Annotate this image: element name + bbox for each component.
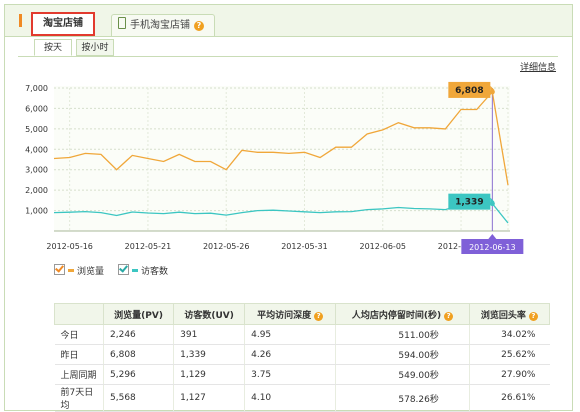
table-cell: 4.10 bbox=[244, 384, 336, 412]
y-tick-label: 5,000 bbox=[25, 125, 48, 134]
y-tick-label: 4,000 bbox=[25, 145, 48, 154]
stats-header-uv: 访客数(UV) bbox=[173, 303, 246, 325]
table-cell: 1,339 bbox=[173, 344, 245, 365]
y-tick-label: 7,000 bbox=[25, 84, 48, 93]
stats-header-return-rate: 浏览回头率? bbox=[468, 303, 551, 325]
table-cell: 511.00秒 bbox=[335, 324, 470, 345]
x-tick-label: 2012-05-21 bbox=[125, 242, 172, 251]
table-cell: 3.75 bbox=[244, 364, 336, 385]
data-label-1: 1,339 bbox=[455, 198, 483, 208]
stats-header-blank bbox=[54, 303, 104, 325]
x-tick-label: 2012-06-05 bbox=[360, 242, 407, 251]
stats-header-pv: 浏览量(PV) bbox=[102, 303, 175, 325]
table-cell: 1,129 bbox=[173, 364, 245, 385]
row-label: 昨日 bbox=[54, 344, 104, 365]
table-cell: 5,296 bbox=[102, 364, 174, 385]
table-cell: 4.95 bbox=[244, 324, 336, 345]
table-cell: 5,568 bbox=[102, 384, 174, 412]
stats-header-depth: 平均访问深度? bbox=[244, 303, 337, 325]
x-tick-label: 2012-05-31 bbox=[281, 242, 328, 251]
legend-item-uv[interactable]: 访客数 bbox=[118, 263, 169, 277]
traffic-line-chart: 1,000 2,000 3,000 4,000 5,000 6,000 7,000 6,808… bbox=[25, 81, 524, 254]
table-cell: 578.26秒 bbox=[335, 384, 470, 412]
x-tick-label: 2012-05-26 bbox=[203, 242, 250, 251]
table-cell: 26.61% bbox=[468, 384, 550, 412]
row-label: 上周同期 bbox=[54, 364, 104, 385]
table-cell: 4.26 bbox=[244, 344, 336, 365]
legend-checkbox-uv[interactable] bbox=[118, 263, 129, 275]
table-cell: 25.62% bbox=[468, 344, 550, 365]
x-tick-label: 2012-05-16 bbox=[46, 242, 93, 251]
table-cell: 594.00秒 bbox=[335, 344, 470, 365]
table-cell: 391 bbox=[173, 324, 245, 345]
stats-table: 浏览量(PV) 访客数(UV) 平均访问深度? 人均店内停留时间(秒)? 浏览回… bbox=[54, 303, 551, 412]
table-cell: 549.00秒 bbox=[335, 364, 470, 385]
legend-item-pv[interactable]: 浏览量 bbox=[54, 263, 105, 277]
table-cell: 2,246 bbox=[102, 324, 174, 345]
help-icon[interactable]: ? bbox=[528, 311, 538, 321]
y-tick-label: 6,000 bbox=[25, 104, 48, 113]
data-label-0: 6,808 bbox=[455, 86, 483, 96]
x-tick-label: 2012-06-13 bbox=[469, 243, 516, 252]
table-cell: 27.90% bbox=[468, 364, 550, 385]
y-tick-label: 3,000 bbox=[25, 166, 48, 175]
x-tick-highlight-arrow bbox=[488, 234, 497, 239]
table-cell: 6,808 bbox=[102, 344, 174, 365]
legend-swatch-uv bbox=[132, 269, 138, 272]
row-label: 今日 bbox=[54, 324, 104, 345]
y-tick-label: 1,000 bbox=[25, 207, 48, 216]
legend-label-pv: 浏览量 bbox=[77, 267, 105, 277]
legend-label-uv: 访客数 bbox=[141, 267, 169, 277]
help-icon[interactable]: ? bbox=[444, 311, 454, 321]
table-row: 前7天日均 5,568 1,127 4.10 578.26秒 26.61% bbox=[54, 384, 550, 412]
legend-swatch-pv bbox=[68, 269, 74, 272]
table-row: 昨日 6,808 1,339 4.26 594.00秒 25.62% bbox=[54, 344, 550, 365]
stats-header-row: 浏览量(PV) 访客数(UV) 平均访问深度? 人均店内停留时间(秒)? 浏览回… bbox=[54, 303, 551, 325]
table-row: 今日 2,246 391 4.95 511.00秒 34.02% bbox=[54, 324, 550, 345]
legend-checkbox-pv[interactable] bbox=[54, 263, 65, 275]
table-row: 上周同期 5,296 1,129 3.75 549.00秒 27.90% bbox=[54, 364, 550, 385]
y-tick-label: 2,000 bbox=[25, 186, 48, 195]
stats-header-stay-time: 人均店内停留时间(秒)? bbox=[335, 303, 470, 325]
table-cell: 34.02% bbox=[468, 324, 550, 345]
help-icon[interactable]: ? bbox=[314, 311, 324, 321]
row-label: 前7天日均 bbox=[54, 384, 104, 412]
table-cell: 1,127 bbox=[173, 384, 245, 412]
